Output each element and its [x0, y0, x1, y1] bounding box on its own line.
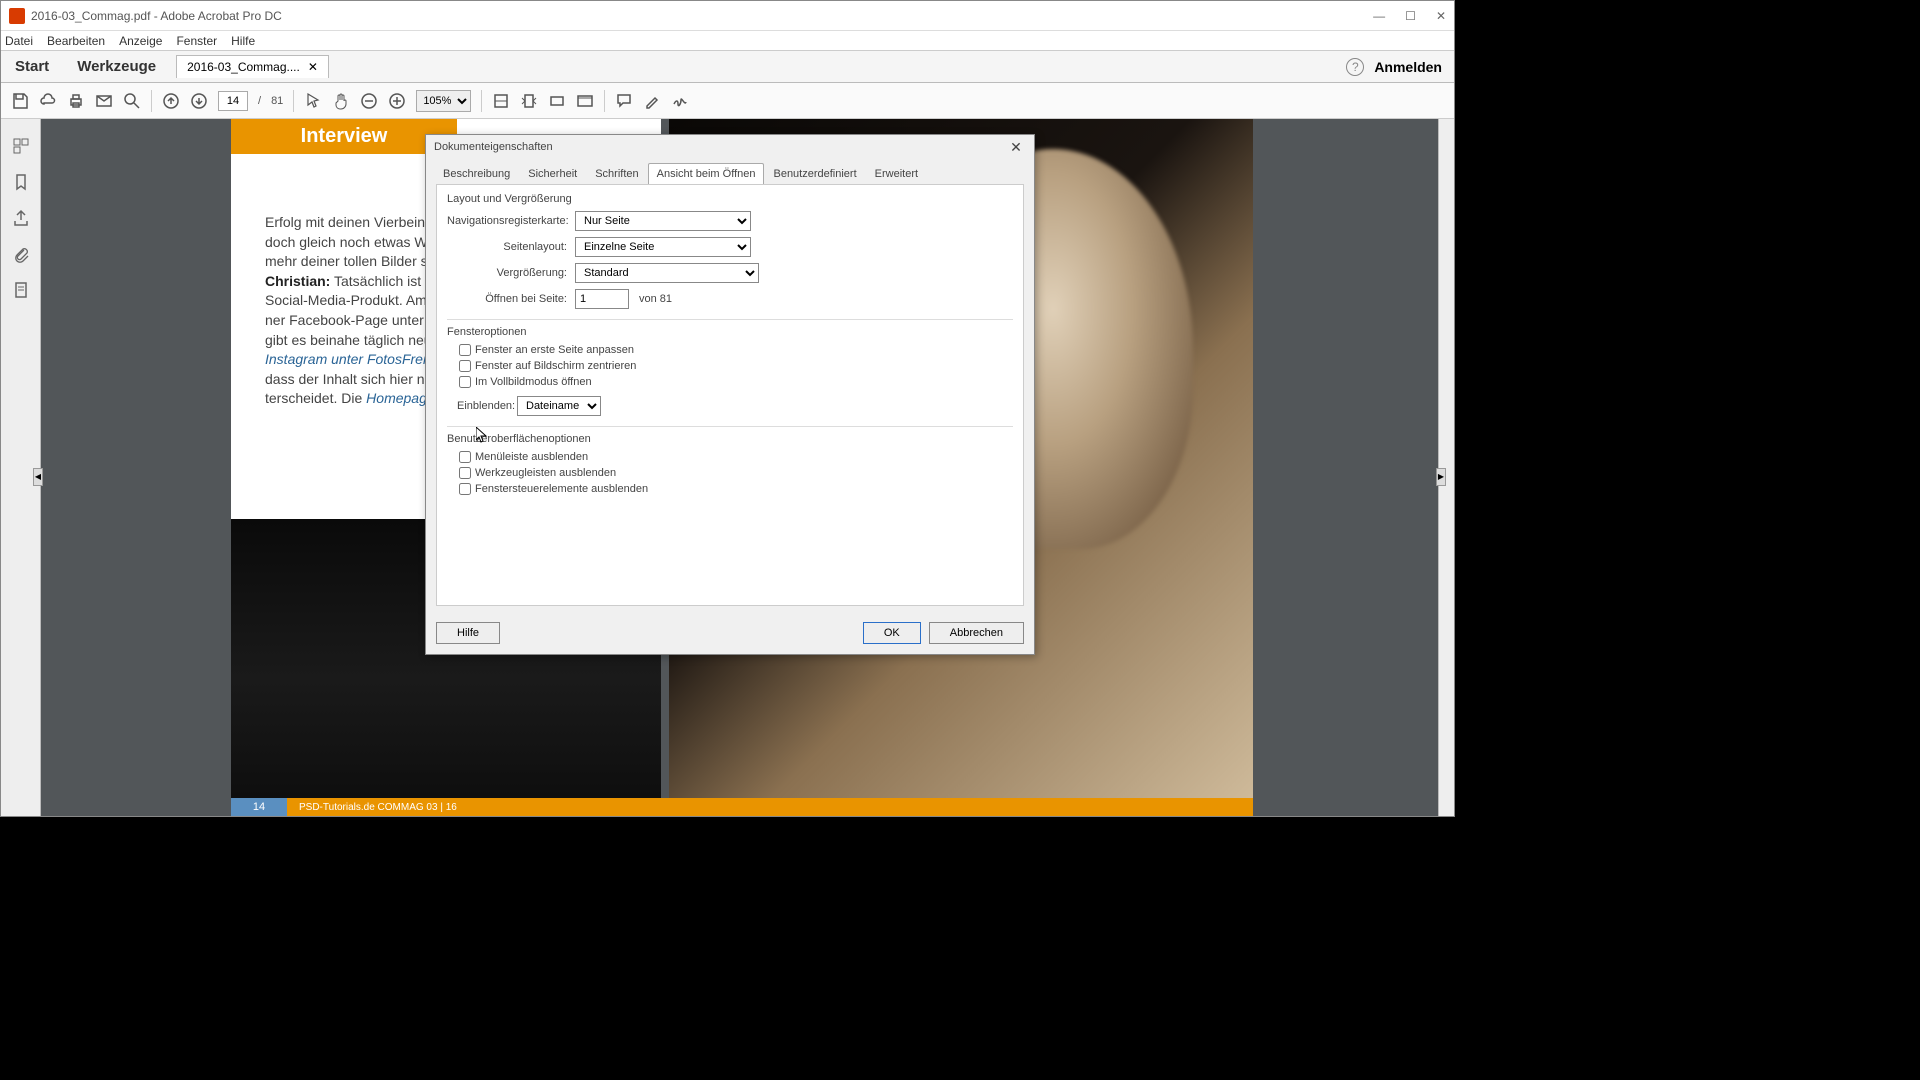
- dialog-body: Layout und Vergrößerung Navigationsregis…: [436, 184, 1024, 606]
- help-button[interactable]: Hilfe: [436, 622, 500, 644]
- page-layout-select[interactable]: Einzelne Seite: [575, 237, 751, 257]
- group-ui-label: Benutzeroberflächenoptionen: [447, 433, 1013, 445]
- document-tabs: Start Werkzeuge 2016-03_Commag.... ✕ ? A…: [1, 51, 1454, 83]
- select-tool-icon[interactable]: [304, 92, 322, 110]
- magnification-select[interactable]: Standard: [575, 263, 759, 283]
- tab-benutzerdefiniert[interactable]: Benutzerdefiniert: [764, 163, 865, 184]
- zoom-select[interactable]: 105%: [416, 90, 471, 112]
- help-icon[interactable]: ?: [1346, 58, 1364, 76]
- page-footer: 14 PSD-Tutorials.de COMMAG 03 | 16: [231, 798, 1253, 816]
- nav-tab-label: Navigationsregisterkarte:: [447, 215, 567, 227]
- menu-anzeige[interactable]: Anzeige: [119, 34, 162, 48]
- magnification-label: Vergrößerung:: [447, 267, 567, 279]
- page-separator: /: [258, 95, 261, 107]
- window-controls: — ☐ ✕: [1373, 9, 1446, 23]
- sign-icon[interactable]: [671, 92, 689, 110]
- dialog-close-button[interactable]: ✕: [1006, 139, 1026, 156]
- menubar: Datei Bearbeiten Anzeige Fenster Hilfe: [1, 31, 1454, 51]
- hand-tool-icon[interactable]: [332, 92, 350, 110]
- open-page-input[interactable]: [575, 289, 629, 309]
- fit-height-icon[interactable]: [548, 92, 566, 110]
- close-button[interactable]: ✕: [1436, 9, 1446, 23]
- dialog-titlebar: Dokumenteigenschaften ✕: [426, 135, 1034, 159]
- tab-ansicht-beim-oeffnen[interactable]: Ansicht beim Öffnen: [648, 163, 765, 184]
- page-layout-label: Seitenlayout:: [447, 241, 567, 253]
- tab-tools[interactable]: Werkzeuge: [63, 52, 170, 81]
- maximize-button[interactable]: ☐: [1405, 9, 1416, 23]
- cloud-icon[interactable]: [39, 92, 57, 110]
- tab-sicherheit[interactable]: Sicherheit: [519, 163, 586, 184]
- dialog-title-text: Dokumenteigenschaften: [434, 141, 553, 153]
- search-icon[interactable]: [123, 92, 141, 110]
- page-up-icon[interactable]: [162, 92, 180, 110]
- window-title: 2016-03_Commag.pdf - Adobe Acrobat Pro D…: [31, 9, 282, 23]
- tab-start[interactable]: Start: [1, 52, 63, 81]
- read-mode-icon[interactable]: [576, 92, 594, 110]
- zoom-in-icon[interactable]: [388, 92, 406, 110]
- ok-button[interactable]: OK: [863, 622, 921, 644]
- cb-center-screen[interactable]: [459, 360, 471, 372]
- footer-page-num: 14: [231, 798, 287, 816]
- menu-fenster[interactable]: Fenster: [176, 34, 217, 48]
- print-icon[interactable]: [67, 92, 85, 110]
- page-number-input[interactable]: [218, 91, 248, 111]
- comment-icon[interactable]: [615, 92, 633, 110]
- menu-bearbeiten[interactable]: Bearbeiten: [47, 34, 105, 48]
- tab-document[interactable]: 2016-03_Commag.... ✕: [176, 55, 329, 78]
- page-down-icon[interactable]: [190, 92, 208, 110]
- fit-width-icon[interactable]: [492, 92, 510, 110]
- group-window-label: Fensteroptionen: [447, 326, 1013, 338]
- menu-hilfe[interactable]: Hilfe: [231, 34, 255, 48]
- save-icon[interactable]: [11, 92, 29, 110]
- minimize-button[interactable]: —: [1373, 9, 1385, 23]
- dialog-tabs: Beschreibung Sicherheit Schriften Ansich…: [426, 159, 1034, 184]
- cb-fit-first-page[interactable]: [459, 344, 471, 356]
- nav-tab-select[interactable]: Nur Seite: [575, 211, 751, 231]
- titlebar: 2016-03_Commag.pdf - Adobe Acrobat Pro D…: [1, 1, 1454, 31]
- page-total: 81: [271, 95, 283, 107]
- mouse-cursor: [476, 427, 488, 443]
- cb-hide-menubar[interactable]: [459, 451, 471, 463]
- tab-schriften[interactable]: Schriften: [586, 163, 647, 184]
- signin-button[interactable]: Anmelden: [1374, 59, 1442, 75]
- app-icon: [9, 8, 25, 24]
- thumbnails-icon[interactable]: [12, 137, 30, 155]
- pages-icon[interactable]: [12, 281, 30, 299]
- highlight-icon[interactable]: [643, 92, 661, 110]
- right-collapse-handle[interactable]: ▶: [1436, 468, 1446, 486]
- bookmark-icon[interactable]: [12, 173, 30, 191]
- zoom-out-icon[interactable]: [360, 92, 378, 110]
- cb-hide-toolbars[interactable]: [459, 467, 471, 479]
- main-toolbar: / 81 105%: [1, 83, 1454, 119]
- cb-fullscreen[interactable]: [459, 376, 471, 388]
- fit-page-icon[interactable]: [520, 92, 538, 110]
- open-page-label: Öffnen bei Seite:: [447, 293, 567, 305]
- tab-close-icon[interactable]: ✕: [308, 60, 318, 74]
- cb-hide-window-controls[interactable]: [459, 483, 471, 495]
- share-icon[interactable]: [12, 209, 30, 227]
- interview-header: Interview: [231, 119, 457, 154]
- dialog-button-row: Hilfe OK Abbrechen: [426, 616, 1034, 654]
- tab-beschreibung[interactable]: Beschreibung: [434, 163, 519, 184]
- tab-erweitert[interactable]: Erweitert: [866, 163, 927, 184]
- cancel-button[interactable]: Abbrechen: [929, 622, 1024, 644]
- show-label: Einblenden:: [457, 400, 509, 412]
- mail-icon[interactable]: [95, 92, 113, 110]
- group-layout-label: Layout und Vergrößerung: [447, 193, 1013, 205]
- open-page-of: von 81: [639, 293, 672, 305]
- attachment-icon[interactable]: [12, 245, 30, 263]
- footer-text: PSD-Tutorials.de COMMAG 03 | 16: [287, 798, 1253, 816]
- show-select[interactable]: Dateiname: [517, 396, 601, 416]
- menu-datei[interactable]: Datei: [5, 34, 33, 48]
- document-properties-dialog: Dokumenteigenschaften ✕ Beschreibung Sic…: [425, 134, 1035, 655]
- tab-document-label: 2016-03_Commag....: [187, 60, 300, 74]
